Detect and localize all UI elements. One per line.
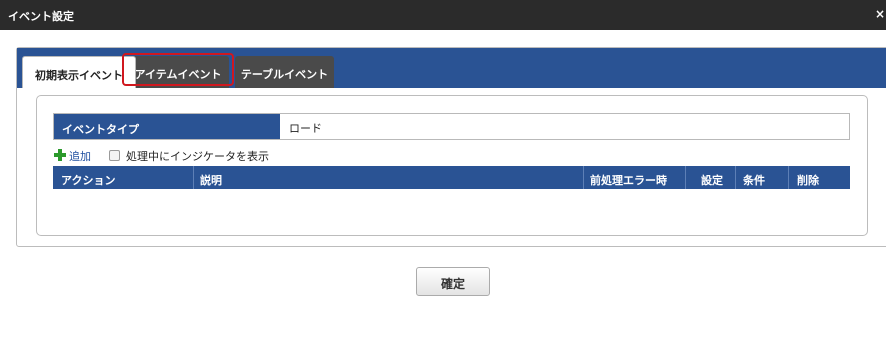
tab-table-event[interactable]: テーブルイベント [235,56,334,88]
dialog-titlebar: イベント設定 × [0,0,886,30]
tab-bar: アイテムイベント テーブルイベント 初期表示イベント [17,48,886,88]
add-label: 追加 [69,150,91,163]
column-divider [193,166,194,189]
column-header-delete: 削除 [797,174,819,187]
action-table-header: アクション 説明 前処理エラー時 設定 条件 削除 [53,166,850,189]
plus-icon [54,149,66,161]
column-header-condition: 条件 [743,174,765,187]
column-divider [685,166,686,189]
indicator-checkbox[interactable] [109,150,120,161]
add-button[interactable]: 追加 [54,148,104,164]
event-type-label: イベントタイプ [54,114,280,139]
close-icon[interactable]: × [875,7,885,21]
indicator-checkbox-label: 処理中にインジケータを表示 [126,150,269,163]
column-header-settings: 設定 [701,174,723,187]
column-divider [583,166,584,189]
event-type-row: イベントタイプ ロード [53,113,850,140]
column-divider [735,166,736,189]
confirm-button[interactable]: 確定 [416,267,490,296]
tab-initial-display-event[interactable]: 初期表示イベント [22,56,136,88]
event-type-value: ロード [289,122,322,135]
column-divider [788,166,789,189]
tab-item-event[interactable]: アイテムイベント [127,56,229,88]
column-header-preprocess-error: 前処理エラー時 [590,174,667,187]
dialog-title: イベント設定 [8,10,74,23]
column-header-description: 説明 [200,174,222,187]
column-header-action: アクション [61,174,116,187]
